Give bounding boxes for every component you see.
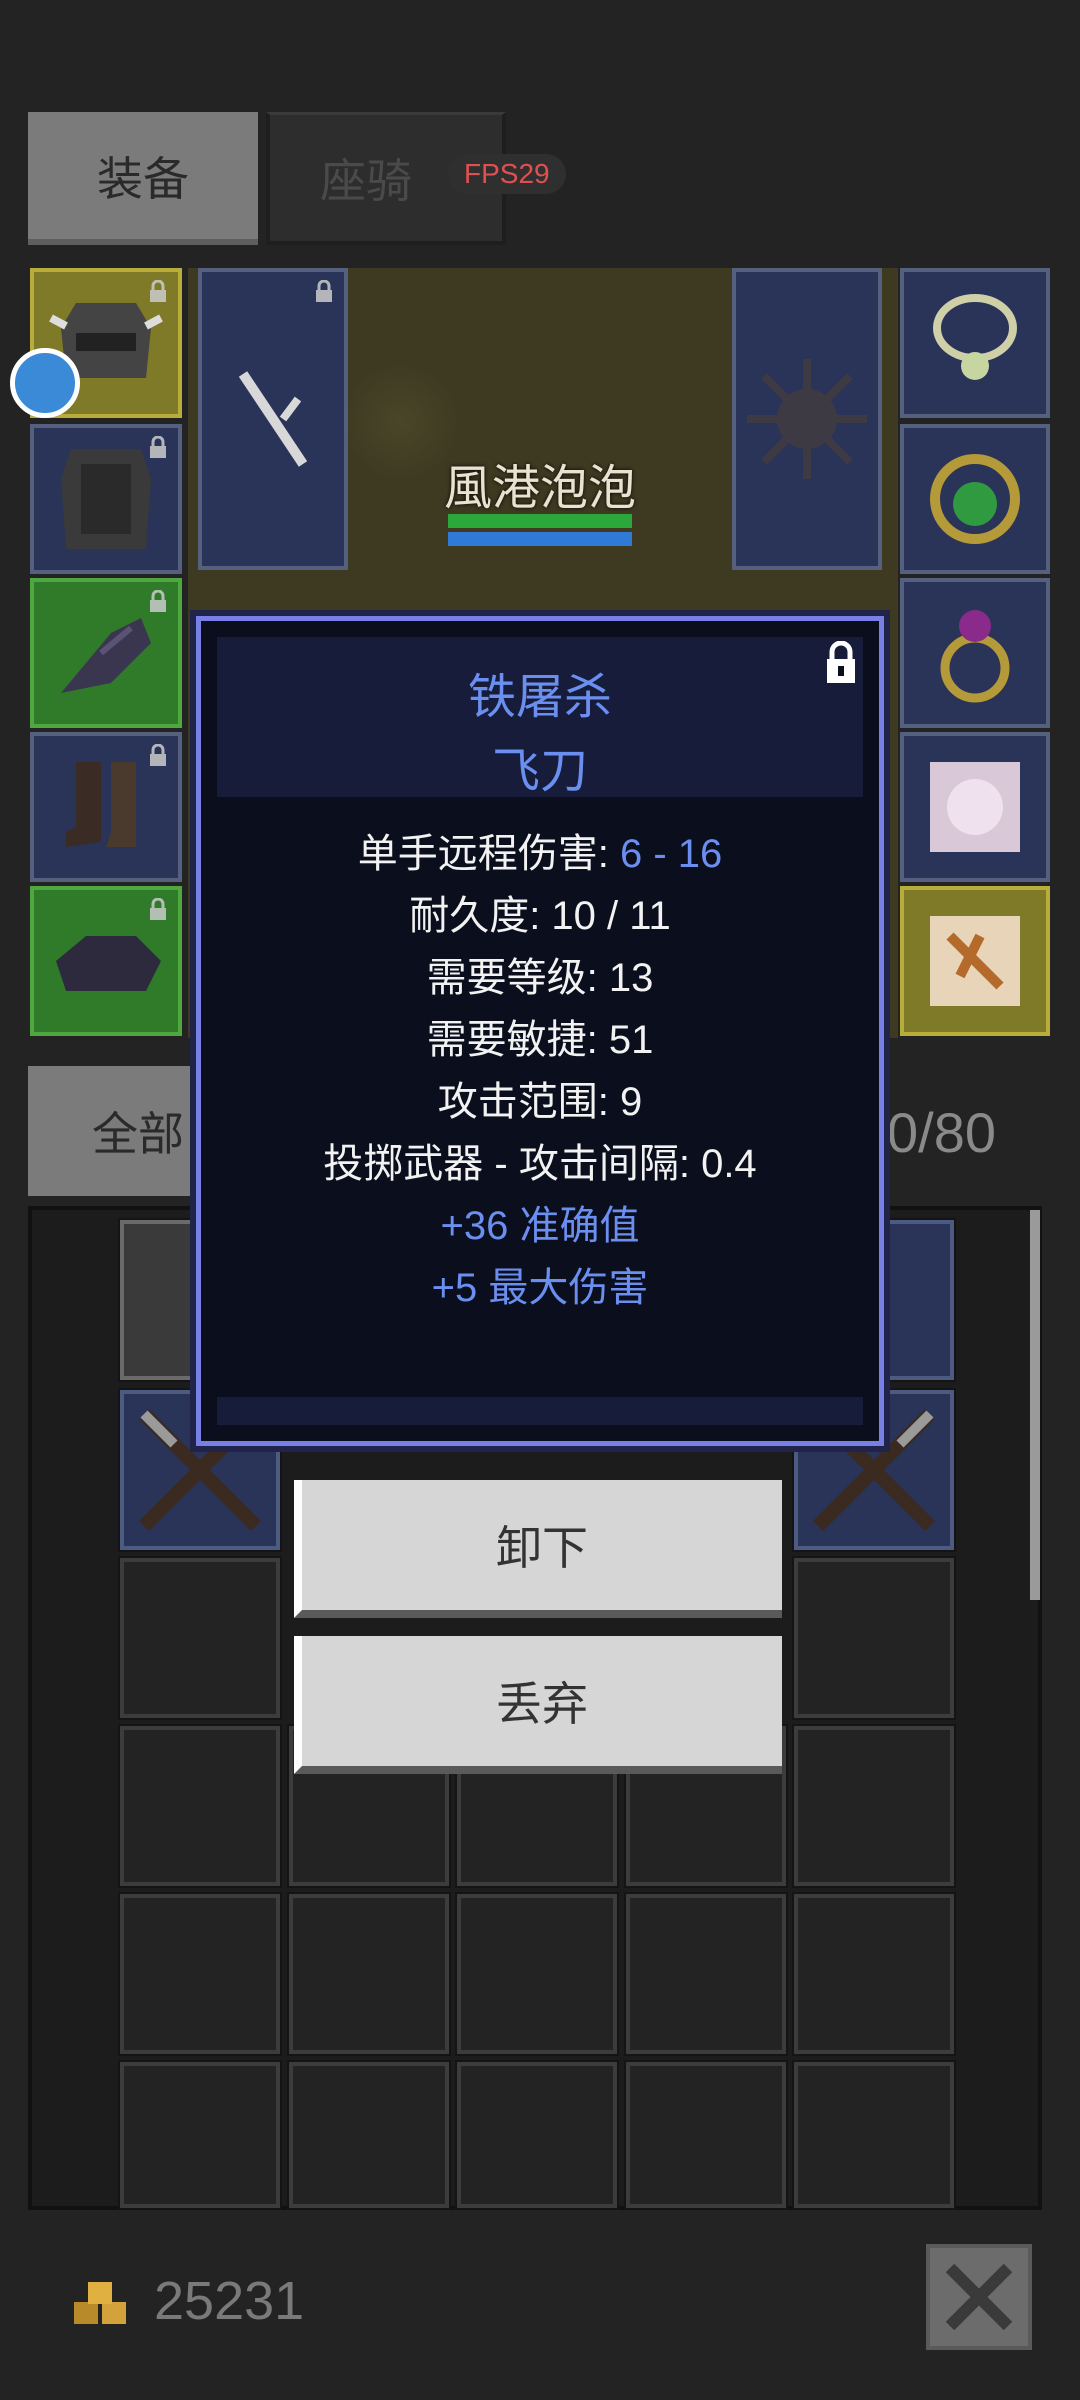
offhand-slot[interactable] <box>732 268 882 570</box>
gold-amount: 25231 <box>154 2271 305 2331</box>
inventory-cell[interactable] <box>118 2060 282 2210</box>
unequip-label: 卸下 <box>496 1522 588 1574</box>
ruby-ring-icon <box>940 610 1010 703</box>
lock-icon <box>150 744 166 766</box>
close-icon <box>945 2263 1013 2331</box>
inventory-cell[interactable] <box>624 2060 788 2210</box>
item-durability: 耐久度: 10 / 11 <box>409 894 671 938</box>
item-tooltip: 铁屠杀 飞刀 单手远程伤害: 6 - 16 耐久度: 10 / 11 需要等级:… <box>196 616 884 1446</box>
inventory-cell[interactable] <box>118 1724 282 1888</box>
inventory-cell[interactable] <box>792 1724 956 1888</box>
pet2-slot[interactable] <box>900 886 1050 1036</box>
necklace-icon <box>933 294 1017 380</box>
emerald-ring-icon <box>930 454 1020 544</box>
item-range: 攻击范围: 9 <box>437 1080 643 1124</box>
tab-equipment-label: 装备 <box>97 152 189 205</box>
item-bonus-max-damage: +5 最大伤害 <box>431 1266 649 1310</box>
necklace-slot[interactable] <box>900 268 1050 418</box>
weapon-slot[interactable] <box>198 268 348 570</box>
boots-slot[interactable] <box>30 732 182 882</box>
cloak-icon <box>56 936 161 991</box>
armor-icon <box>61 449 151 549</box>
inventory-filter-button[interactable]: 全部 <box>28 1066 198 1196</box>
tab-mount-label: 座骑 <box>320 155 412 207</box>
pet1-slot[interactable] <box>900 732 1050 882</box>
item-required-dex: 需要敏捷: 51 <box>426 1018 654 1062</box>
tab-equipment[interactable]: 装备 <box>28 112 258 245</box>
inventory-cell[interactable] <box>792 1556 956 1720</box>
close-button[interactable] <box>926 2244 1032 2350</box>
lock-icon <box>150 898 166 920</box>
inventory-cell[interactable] <box>455 1892 619 2056</box>
inventory-cell[interactable] <box>455 2060 619 2210</box>
item-bonus-accuracy: +36 准确值 <box>440 1204 640 1248</box>
drop-label: 丢弃 <box>496 1678 588 1730</box>
item-type: 飞刀 <box>491 745 588 798</box>
mp-bar <box>448 532 632 546</box>
inventory-cell[interactable] <box>792 1892 956 2056</box>
fps-counter: FPS29 <box>448 154 566 194</box>
hp-bar <box>448 514 632 528</box>
damage-value: 6 - 16 <box>619 832 723 876</box>
item-required-level: 需要等级: 13 <box>426 956 654 1000</box>
throwing-knife-icon <box>238 371 308 467</box>
inventory-cell[interactable] <box>792 2060 956 2210</box>
inventory-cell[interactable] <box>287 2060 451 2210</box>
damage-label: 单手远程伤害: <box>357 832 620 876</box>
gloves-slot[interactable] <box>30 578 182 728</box>
inventory-capacity: 0/80 <box>887 1101 996 1164</box>
ring1-slot[interactable] <box>900 424 1050 574</box>
tooltip-footer <box>217 1397 863 1425</box>
inventory-cell[interactable] <box>118 1556 282 1720</box>
inventory-cell[interactable] <box>287 1892 451 2056</box>
cloak-slot[interactable] <box>30 886 182 1036</box>
lock-icon <box>150 280 166 302</box>
spiked-ball-icon <box>747 359 867 479</box>
filter-label: 全部 <box>92 1108 184 1160</box>
boots-icon <box>66 762 136 847</box>
pet-portrait-icon <box>930 762 1020 852</box>
inventory-cell[interactable] <box>118 1892 282 2056</box>
unequip-button[interactable]: 卸下 <box>294 1480 782 1618</box>
armor-slot[interactable] <box>30 424 182 574</box>
lock-icon <box>150 590 166 612</box>
drop-button[interactable]: 丢弃 <box>294 1636 782 1774</box>
pet-portrait-icon <box>930 916 1020 1006</box>
inventory-cell[interactable] <box>624 1892 788 2056</box>
item-damage: 单手远程伤害: 6 - 16 <box>201 821 879 879</box>
gold-icon <box>74 2282 126 2324</box>
assistant-bubble-icon[interactable] <box>10 348 80 418</box>
gloves-icon <box>61 618 151 693</box>
item-name: 铁屠杀 <box>467 671 612 724</box>
lock-icon <box>150 436 166 458</box>
lock-icon <box>316 280 332 302</box>
item-attack-interval: 投掷武器 - 攻击间隔: 0.4 <box>323 1142 757 1186</box>
ring2-slot[interactable] <box>900 578 1050 728</box>
inventory-scrollbar[interactable] <box>1030 1210 1040 1600</box>
